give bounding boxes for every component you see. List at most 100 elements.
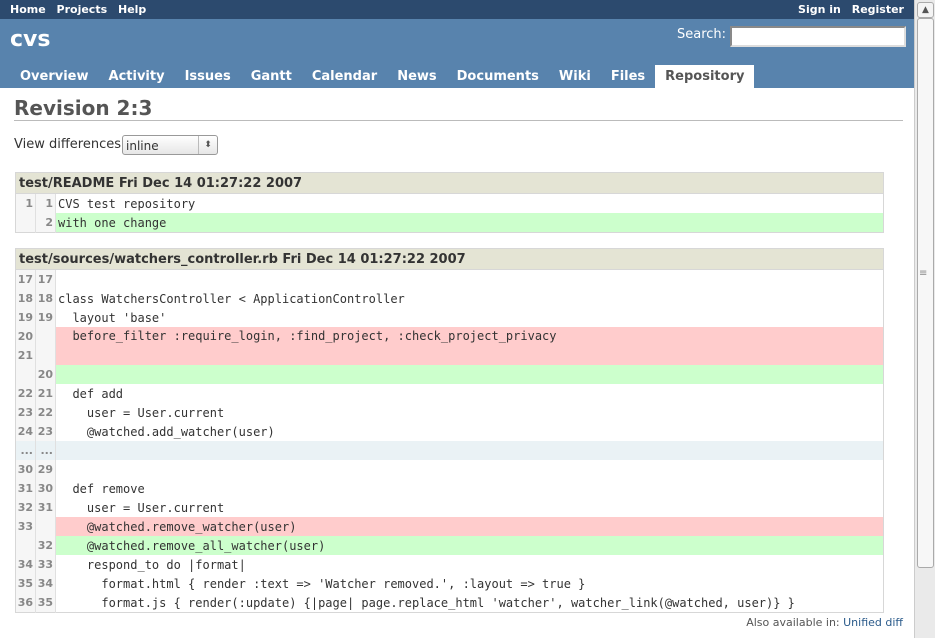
diff-code: def remove <box>58 481 145 496</box>
diff-code: layout 'base' <box>58 310 167 325</box>
old-line-number <box>15 213 36 233</box>
new-line-number: 1 <box>35 193 56 213</box>
new-line-number: 2 <box>35 213 56 233</box>
old-line-number: 35 <box>15 574 36 593</box>
diff-line: 20 21 before_filter :require_login, :find… <box>15 327 884 365</box>
diff-line: 35 34 format.html { render :text => 'Watc… <box>15 574 884 593</box>
view-differences-value: inline <box>126 139 159 153</box>
diff-line: 34 33 respond_to do |format| <box>15 555 884 574</box>
old-line-number: 19 <box>15 308 36 327</box>
diff-filename: test/README Fri Dec 14 01:27:22 2007 <box>15 172 884 194</box>
diff-line: 22 21 def add <box>15 384 884 403</box>
tab-repository[interactable]: Repository <box>655 65 755 88</box>
diff-line: 20 <box>15 365 884 384</box>
diff-code: before_filter :require_login, :find_proj… <box>55 327 884 365</box>
diff-line: 19 19 layout 'base' <box>15 308 884 327</box>
old-line-number: 23 <box>15 403 36 422</box>
old-line-number: 32 <box>15 498 36 517</box>
diff-line: 32 @watched.remove_all_watcher(user) <box>15 536 884 555</box>
new-line-number: 20 <box>35 365 56 384</box>
page: Home Projects Help Sign in Register cvs … <box>0 0 914 638</box>
old-line-number: 24 <box>15 422 36 441</box>
main-tabs: Overview Activity Issues Gantt Calendar … <box>10 65 755 88</box>
diff-line: 1 1 CVS test repository <box>15 193 884 213</box>
menu-home-link[interactable]: Home <box>10 3 46 16</box>
tab-gantt[interactable]: Gantt <box>241 65 302 88</box>
also-available-label: Also available in: <box>746 616 844 629</box>
tab-wiki[interactable]: Wiki <box>549 65 601 88</box>
old-line-number: 31 <box>15 479 36 498</box>
footer: Also available in: Unified diff <box>0 616 903 629</box>
menu-projects-link[interactable]: Projects <box>57 3 108 16</box>
content: Revision 2:3 View differences inline ⬍ t… <box>0 88 914 638</box>
search-input[interactable] <box>730 26 906 47</box>
new-line-number: 32 <box>35 536 56 555</box>
vertical-scrollbar[interactable]: ▲ ≡ <box>914 0 935 638</box>
register-link[interactable]: Register <box>852 3 904 16</box>
diff-line: 30 29 <box>15 460 884 479</box>
diff-code: respond_to do |format| <box>58 557 246 572</box>
tab-files[interactable]: Files <box>601 65 655 88</box>
tab-overview[interactable]: Overview <box>10 65 99 88</box>
top-menu-right: Sign in Register <box>791 0 904 19</box>
diff-table-watchers-controller: test/sources/watchers_controller.rb Fri … <box>15 248 884 613</box>
diff-code: with one change <box>55 213 884 233</box>
tab-calendar[interactable]: Calendar <box>302 65 387 88</box>
scroll-thumb[interactable] <box>917 18 934 568</box>
diff-code: CVS test repository <box>58 196 196 211</box>
new-line-number <box>35 327 56 365</box>
diff-code: @watched.remove_all_watcher(user) <box>55 536 884 555</box>
diff-line: 18 18 class WatchersController < Applicati… <box>15 289 884 308</box>
old-line-number-a: 20 <box>17 330 33 343</box>
tab-documents[interactable]: Documents <box>447 65 549 88</box>
new-line-number <box>35 517 56 536</box>
select-arrows-icon: ⬍ <box>198 136 217 154</box>
new-line-number: 18 <box>35 289 56 308</box>
old-line-number: 22 <box>15 384 36 403</box>
tab-issues[interactable]: Issues <box>175 65 241 88</box>
scroll-grip-icon: ≡ <box>919 268 928 279</box>
new-line-number: 34 <box>35 574 56 593</box>
diff-code: @watched.remove_watcher(user) <box>55 517 884 536</box>
diff-line: 32 31 user = User.current <box>15 498 884 517</box>
old-line-number: ... <box>15 441 36 460</box>
search-label: Search: <box>677 27 727 42</box>
diff-line: 31 30 def remove <box>15 479 884 498</box>
new-line-number: 29 <box>35 460 56 479</box>
diff-code: class WatchersController < ApplicationCo… <box>58 291 405 306</box>
tab-activity[interactable]: Activity <box>99 65 175 88</box>
diff-line: 23 22 user = User.current <box>15 403 884 422</box>
header: cvs Search: Overview Activity Issues Gan… <box>0 19 914 88</box>
diff-line: 2 with one change <box>15 213 884 233</box>
sign-in-link[interactable]: Sign in <box>798 3 841 16</box>
tab-news[interactable]: News <box>387 65 446 88</box>
diff-code <box>55 365 884 384</box>
new-line-number: 21 <box>35 384 56 403</box>
new-line-number: ... <box>35 441 56 460</box>
diff-code: format.html { render :text => 'Watcher r… <box>58 576 586 591</box>
unified-diff-link[interactable]: Unified diff <box>843 616 903 629</box>
diff-line: 33 @watched.remove_watcher(user) <box>15 517 884 536</box>
diff-line: 24 23 @watched.add_watcher(user) <box>15 422 884 441</box>
scroll-up-arrow-icon[interactable]: ▲ <box>917 2 934 18</box>
old-line-number: 34 <box>15 555 36 574</box>
diff-line: 36 35 format.js { render(:update) {|page|… <box>15 593 884 613</box>
menu-help-link[interactable]: Help <box>118 3 146 16</box>
old-line-number <box>15 365 36 384</box>
old-line-number: 18 <box>15 289 36 308</box>
new-line-number: 22 <box>35 403 56 422</box>
old-line-number: 17 <box>15 269 36 289</box>
old-line-number: 30 <box>15 460 36 479</box>
diff-code: user = User.current <box>58 405 225 420</box>
old-line-number: 36 <box>15 593 36 613</box>
top-menu: Home Projects Help Sign in Register <box>0 0 914 19</box>
page-title: Revision 2:3 <box>14 96 153 120</box>
old-line-number: 1 <box>15 193 36 213</box>
diff-code: @watched.add_watcher(user) <box>58 424 275 439</box>
view-differences-select[interactable]: inline ⬍ <box>122 135 218 155</box>
new-line-number: 30 <box>35 479 56 498</box>
diff-filename: test/sources/watchers_controller.rb Fri … <box>15 248 884 270</box>
old-line-number <box>15 536 36 555</box>
view-differences-label: View differences <box>14 137 122 152</box>
new-line-number: 23 <box>35 422 56 441</box>
